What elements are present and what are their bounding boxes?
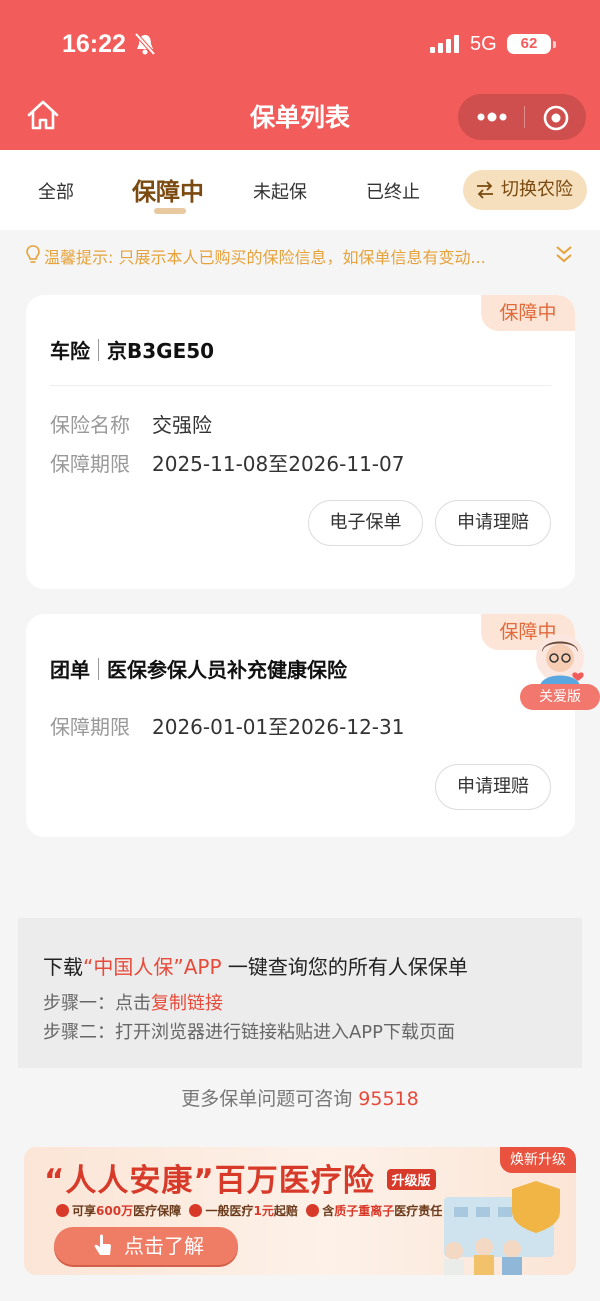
promo-banner[interactable]: 焕新升级 “人人安康”百万医疗险 升级版 可享600万医疗保障 一般医疗1元起赔… <box>24 1147 576 1275</box>
status-bar: 16:22 5G 62 <box>0 0 600 88</box>
field-value: 2025-11-08至2026-11-07 <box>152 452 405 476</box>
capsule-divider <box>524 106 525 128</box>
doctor-avatar-icon <box>536 634 584 686</box>
download-app-section: 下载“中国人保”APP 一键查询您的所有人保保单 步骤一：点击复制链接 步骤二：… <box>18 918 582 1068</box>
switch-agri-insurance-button[interactable]: 切换农险 <box>463 170 587 210</box>
header: 16:22 5G 62 保单列表 <box>0 0 600 150</box>
lightbulb-icon <box>26 245 40 263</box>
banner-title: “人人安康”百万医疗险 升级版 <box>44 1155 436 1200</box>
download-prefix: 下载 <box>43 955 83 979</box>
download-suffix: 一键查询您的所有人保保单 <box>221 955 468 979</box>
feature-highlight: 质子重离子 <box>334 1204 395 1218</box>
policy-field: 保障期限 2025-11-08至2026-11-07 <box>50 448 404 477</box>
hotline-number[interactable]: 95518 <box>358 1088 418 1110</box>
tip-text: 温馨提示: 只展示本人已购买的保险信息，如保单信息有变动... <box>44 248 486 267</box>
tab-in-force[interactable]: 保障中 <box>132 172 204 207</box>
download-step-1: 步骤一：点击复制链接 <box>43 989 223 1015</box>
policy-card[interactable]: 保障中 团单 医保参保人员补充健康保险 保障期限 2026-01-01至2026-1… <box>26 614 575 837</box>
learn-more-label: 点击了解 <box>124 1234 204 1258</box>
more-icon[interactable] <box>476 108 508 126</box>
field-label: 保险名称 <box>50 413 130 437</box>
policy-title: 车险 京B3GE50 <box>50 335 214 364</box>
policy-subject: 医保参保人员补充健康保险 <box>107 658 347 682</box>
feature-prefix: 含 <box>322 1204 335 1218</box>
feature-prefix: 一般医疗 <box>205 1204 254 1218</box>
double-chevron-down-icon[interactable] <box>553 243 575 265</box>
check-icon <box>56 1204 69 1217</box>
banner-features: 可享600万医疗保障 一般医疗1元起赔 含质子重离子医疗责任 <box>56 1202 442 1219</box>
policy-field: 保险名称 交强险 <box>50 409 212 438</box>
switch-agri-insurance-label: 切换农险 <box>501 179 573 200</box>
card-divider <box>50 385 551 386</box>
policy-type: 车险 <box>50 339 90 363</box>
hand-pointer-icon <box>94 1234 111 1255</box>
tab-terminated[interactable]: 已终止 <box>366 178 420 204</box>
status-tabs: 全部 保障中 未起保 已终止 切换农险 <box>0 150 600 230</box>
tab-not-started[interactable]: 未起保 <box>253 178 307 204</box>
feature-highlight: 1元 <box>253 1204 274 1218</box>
active-tab-indicator <box>154 208 186 214</box>
miniprogram-capsule <box>458 94 586 140</box>
copy-link[interactable]: 复制链接 <box>151 993 223 1014</box>
feature-suffix: 医疗保障 <box>133 1204 182 1218</box>
check-icon <box>189 1204 203 1217</box>
policy-subject: 京B3GE50 <box>107 339 215 363</box>
status-time: 16:22 <box>62 30 126 58</box>
signal-icon <box>430 35 459 53</box>
hospital-family-illustration <box>444 1181 560 1275</box>
battery-indicator: 62 <box>507 34 556 54</box>
apply-claim-button[interactable]: 申请理赔 <box>435 764 551 810</box>
care-mode-label: 关爱版 <box>520 684 600 710</box>
field-value: 2026-01-01至2026-12-31 <box>152 715 405 739</box>
field-value: 交强险 <box>152 413 212 437</box>
feature-highlight: 600万 <box>96 1204 134 1218</box>
title-divider <box>98 658 99 680</box>
download-headline: 下载“中国人保”APP 一键查询您的所有人保保单 <box>43 951 468 980</box>
apply-claim-button[interactable]: 申请理赔 <box>435 500 551 546</box>
feature-suffix: 起赔 <box>273 1204 298 1218</box>
field-label: 保障期限 <box>50 715 130 739</box>
title-divider <box>98 339 99 361</box>
download-step-2: 步骤二：打开浏览器进行链接粘贴进入APP下载页面 <box>43 1022 456 1043</box>
check-icon <box>306 1204 320 1217</box>
policy-title: 团单 医保参保人员补充健康保险 <box>50 654 347 683</box>
network-type: 5G <box>470 33 497 55</box>
e-policy-button[interactable]: 电子保单 <box>308 500 423 546</box>
consult-text: 更多保单问题可咨询 <box>181 1088 359 1110</box>
step1-prefix: 步骤一：点击 <box>43 993 151 1014</box>
app-name: “中国人保”APP <box>83 955 222 979</box>
feature-prefix: 可享 <box>72 1204 97 1218</box>
tab-all[interactable]: 全部 <box>38 178 74 204</box>
bell-muted-icon <box>134 32 156 56</box>
status-badge: 保障中 <box>481 295 575 331</box>
close-target-icon[interactable] <box>542 104 570 132</box>
nav-bar: 保单列表 <box>0 88 600 150</box>
tip-bar: 温馨提示: 只展示本人已购买的保险信息，如保单信息有变动... <box>0 230 600 280</box>
policy-type: 团单 <box>50 658 90 682</box>
policy-field: 保障期限 2026-01-01至2026-12-31 <box>50 711 404 740</box>
care-mode-button[interactable]: 关爱版 <box>520 628 600 712</box>
switch-arrows-icon <box>477 181 493 199</box>
consult-hotline: 更多保单问题可咨询 95518 <box>0 1084 600 1111</box>
banner-title-text: “人人安康”百万医疗险 <box>44 1163 375 1199</box>
banner-tag: 焕新升级 <box>500 1147 576 1173</box>
policy-card[interactable]: 保障中 车险 京B3GE50 保险名称 交强险 保障期限 2025-11-08至202… <box>26 295 575 589</box>
field-label: 保障期限 <box>50 452 130 476</box>
learn-more-button[interactable]: 点击了解 <box>54 1227 238 1265</box>
